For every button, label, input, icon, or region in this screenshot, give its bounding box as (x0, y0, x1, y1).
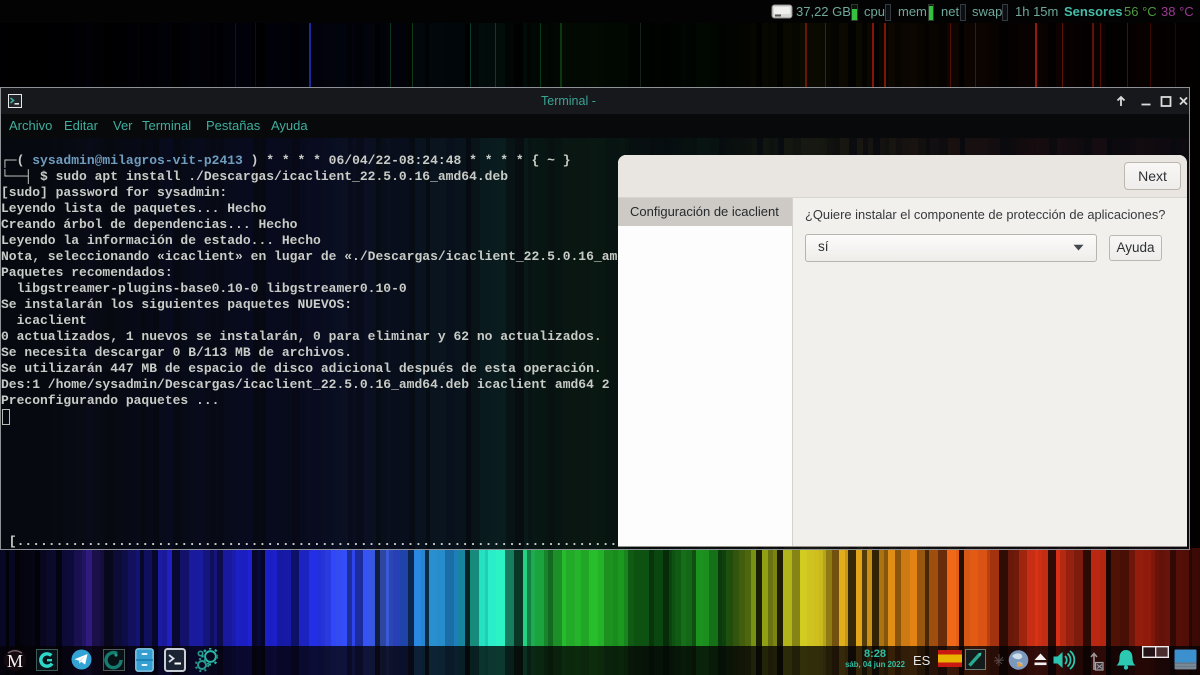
svg-text:M: M (7, 651, 23, 671)
